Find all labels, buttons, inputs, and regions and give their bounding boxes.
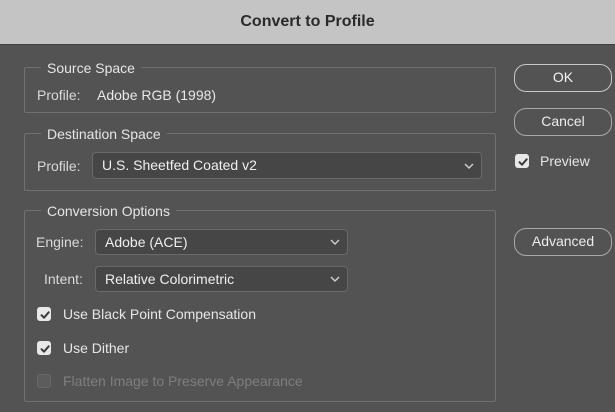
black-point-compensation-label[interactable]: Use Black Point Compensation [63, 305, 256, 323]
cancel-button[interactable]: Cancel [514, 108, 612, 136]
chevron-down-icon [464, 163, 474, 169]
preview-label[interactable]: Preview [540, 152, 590, 170]
flatten-image-label: Flatten Image to Preserve Appearance [63, 373, 303, 389]
ok-button[interactable]: OK [514, 64, 612, 92]
engine-select[interactable]: Adobe (ACE) [95, 229, 348, 255]
intent-label: Intent: [44, 271, 83, 287]
source-space-group: Source Space Profile: Adobe RGB (1998) [24, 59, 496, 113]
checkmark-icon [518, 158, 528, 166]
convert-to-profile-dialog: Convert to Profile Source Space Profile:… [0, 0, 615, 412]
source-profile-label: Profile: [37, 87, 81, 103]
checkmark-icon [40, 345, 50, 353]
flatten-image-checkbox [37, 374, 51, 388]
use-dither-label[interactable]: Use Dither [63, 339, 129, 357]
intent-selected: Relative Colorimetric [105, 271, 235, 287]
destination-profile-select[interactable]: U.S. Sheetfed Coated v2 [92, 152, 482, 179]
preview-checkbox[interactable] [515, 154, 529, 168]
destination-space-legend: Destination Space [41, 125, 167, 143]
destination-profile-selected: U.S. Sheetfed Coated v2 [102, 157, 257, 173]
title-bar[interactable]: Convert to Profile [0, 0, 615, 45]
chevron-down-icon [330, 276, 340, 282]
dialog-title: Convert to Profile [240, 13, 375, 30]
conversion-options-group: Conversion Options Engine: Adobe (ACE) I… [24, 202, 496, 402]
intent-select[interactable]: Relative Colorimetric [95, 266, 348, 292]
destination-profile-label: Profile: [37, 158, 81, 174]
chevron-down-icon [330, 239, 340, 245]
source-space-legend: Source Space [41, 59, 141, 77]
advanced-button[interactable]: Advanced [514, 228, 612, 256]
source-profile-value: Adobe RGB (1998) [97, 87, 217, 103]
black-point-compensation-checkbox[interactable] [37, 307, 51, 321]
destination-space-group: Destination Space Profile: U.S. Sheetfed… [24, 125, 496, 191]
conversion-options-legend: Conversion Options [41, 202, 176, 220]
engine-label: Engine: [36, 234, 84, 250]
engine-selected: Adobe (ACE) [105, 234, 188, 250]
use-dither-checkbox[interactable] [37, 341, 51, 355]
checkmark-icon [40, 311, 50, 319]
